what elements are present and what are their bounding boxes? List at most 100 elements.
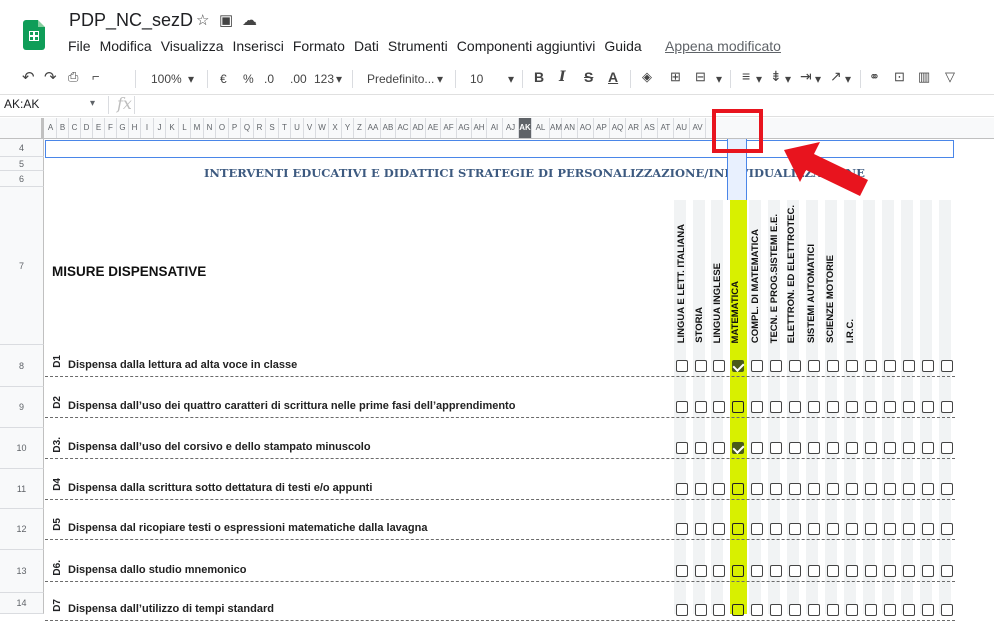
subject-checkbox[interactable] (695, 401, 707, 413)
subject-checkbox[interactable] (676, 360, 688, 372)
column-header-X[interactable]: X (329, 118, 342, 138)
subject-checkbox[interactable] (865, 442, 877, 454)
chevron-down-icon[interactable]: ▾ (437, 72, 443, 86)
column-header-AG[interactable]: AG (457, 118, 472, 138)
horizontal-align-icon[interactable]: ≡ (742, 68, 750, 84)
font-select[interactable]: Predefinito... (367, 72, 434, 86)
column-header-S[interactable]: S (266, 118, 279, 138)
chevron-down-icon[interactable]: ▾ (785, 72, 791, 86)
subject-checkbox[interactable] (808, 401, 820, 413)
subject-checkbox[interactable] (865, 401, 877, 413)
row-header-14[interactable]: 14 (0, 593, 44, 614)
column-header-AV[interactable]: AV (690, 118, 706, 138)
chevron-down-icon[interactable]: ▾ (90, 98, 95, 109)
subject-checkbox[interactable] (922, 442, 934, 454)
column-header-U[interactable]: U (291, 118, 304, 138)
subject-checkbox[interactable] (884, 523, 896, 535)
fill-color-icon[interactable]: ◈ (642, 69, 652, 85)
subject-checkbox[interactable] (695, 523, 707, 535)
column-header-H[interactable]: H (129, 118, 141, 138)
subject-checkbox[interactable] (789, 565, 801, 577)
subject-checkbox[interactable] (903, 360, 915, 372)
document-title[interactable]: PDP_NC_sezD (69, 10, 193, 31)
matematica-checkbox[interactable] (732, 604, 744, 616)
subject-checkbox[interactable] (695, 360, 707, 372)
subject-checkbox[interactable] (903, 565, 915, 577)
chevron-down-icon[interactable]: ▾ (336, 72, 342, 86)
matematica-checkbox[interactable] (732, 523, 744, 535)
subject-checkbox[interactable] (846, 483, 858, 495)
subject-checkbox[interactable] (846, 523, 858, 535)
subject-checkbox[interactable] (808, 442, 820, 454)
menu-item-modifica[interactable]: Modifica (100, 38, 152, 54)
row-header-5[interactable]: 5 (0, 157, 44, 171)
subject-checkbox[interactable] (751, 565, 763, 577)
column-header-M[interactable]: M (191, 118, 204, 138)
menu-item-guida[interactable]: Guida (604, 38, 641, 54)
column-header-AS[interactable]: AS (642, 118, 658, 138)
subject-checkbox[interactable] (827, 483, 839, 495)
subject-checkbox[interactable] (695, 442, 707, 454)
subject-checkbox[interactable] (827, 523, 839, 535)
subject-checkbox[interactable] (676, 565, 688, 577)
column-header-AQ[interactable]: AQ (610, 118, 626, 138)
menu-item-strumenti[interactable]: Strumenti (388, 38, 448, 54)
increase-decimal-button[interactable]: .00 (290, 72, 307, 86)
chevron-down-icon[interactable]: ▾ (716, 72, 722, 86)
subject-checkbox[interactable] (846, 565, 858, 577)
subject-checkbox[interactable] (827, 442, 839, 454)
subject-checkbox[interactable] (676, 604, 688, 616)
subject-checkbox[interactable] (941, 360, 953, 372)
row-header-13[interactable]: 13 (0, 550, 44, 593)
subject-checkbox[interactable] (922, 565, 934, 577)
column-header-L[interactable]: L (179, 118, 191, 138)
strikethrough-button[interactable]: S (584, 69, 593, 85)
subject-checkbox[interactable] (676, 483, 688, 495)
column-header-AC[interactable]: AC (396, 118, 411, 138)
column-header-AO[interactable]: AO (578, 118, 594, 138)
column-header-Z[interactable]: Z (354, 118, 366, 138)
column-header-AI[interactable]: AI (487, 118, 503, 138)
subject-checkbox[interactable] (941, 565, 953, 577)
subject-checkbox[interactable] (695, 604, 707, 616)
matematica-checkbox[interactable] (732, 360, 744, 372)
undo-icon[interactable]: ↶ (22, 68, 35, 86)
subject-checkbox[interactable] (922, 604, 934, 616)
column-header-AE[interactable]: AE (426, 118, 441, 138)
subject-checkbox[interactable] (808, 360, 820, 372)
column-header-D[interactable]: D (81, 118, 93, 138)
matematica-checkbox[interactable] (732, 565, 744, 577)
menu-item-componenti-aggiuntivi[interactable]: Componenti aggiuntivi (457, 38, 596, 54)
decrease-decimal-button[interactable]: .0 (264, 72, 274, 86)
subject-checkbox[interactable] (676, 442, 688, 454)
subject-checkbox[interactable] (713, 360, 725, 372)
column-header-AU[interactable]: AU (674, 118, 690, 138)
print-icon[interactable]: ⎙ (68, 69, 78, 85)
subject-checkbox[interactable] (941, 523, 953, 535)
subject-checkbox[interactable] (922, 523, 934, 535)
italic-button[interactable]: I (559, 69, 566, 85)
currency-format-button[interactable]: € (220, 72, 227, 86)
matematica-checkbox[interactable] (732, 483, 744, 495)
row-header-4[interactable]: 4 (0, 139, 44, 157)
insert-chart-icon[interactable]: ▥ (918, 69, 930, 85)
subject-checkbox[interactable] (770, 483, 782, 495)
column-header-AL[interactable]: AL (532, 118, 550, 138)
insert-comment-icon[interactable]: ⊡ (894, 69, 905, 85)
subject-checkbox[interactable] (865, 565, 877, 577)
subject-checkbox[interactable] (827, 565, 839, 577)
column-header-Y[interactable]: Y (342, 118, 354, 138)
column-header-AJ[interactable]: AJ (503, 118, 519, 138)
column-header-E[interactable]: E (93, 118, 105, 138)
column-header-B[interactable]: B (57, 118, 69, 138)
column-header-G[interactable]: G (117, 118, 129, 138)
subject-checkbox[interactable] (884, 401, 896, 413)
subject-checkbox[interactable] (846, 360, 858, 372)
text-color-button[interactable]: A (608, 69, 618, 85)
subject-checkbox[interactable] (770, 360, 782, 372)
column-header-AH[interactable]: AH (472, 118, 487, 138)
subject-checkbox[interactable] (808, 523, 820, 535)
column-header-F[interactable]: F (105, 118, 117, 138)
zoom-select[interactable]: 100% (151, 72, 182, 86)
subject-checkbox[interactable] (884, 483, 896, 495)
